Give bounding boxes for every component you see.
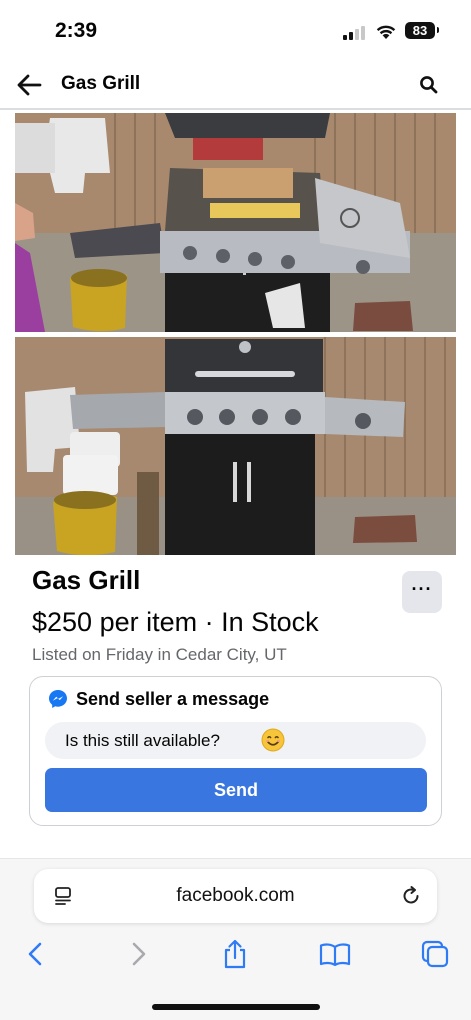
tabs-button[interactable]	[419, 938, 451, 970]
status-time: 2:39	[55, 19, 98, 42]
reload-icon[interactable]	[400, 885, 422, 907]
listing-location: Listed on Friday in Cedar City, UT	[32, 645, 287, 664]
message-input-text: Is this still available?	[65, 731, 220, 750]
chevron-right-icon	[132, 942, 146, 966]
page-title: Gas Grill	[61, 73, 141, 94]
grill-photo	[15, 337, 456, 555]
listing-photo-2[interactable]	[15, 337, 456, 555]
wifi-icon	[374, 22, 398, 40]
message-card-title: Send seller a message	[76, 689, 270, 709]
grill-photo	[15, 113, 456, 332]
listing-photo-1[interactable]	[15, 113, 456, 332]
back-button[interactable]	[14, 70, 46, 100]
cellular-signal-icon	[343, 24, 369, 40]
arrow-left-icon	[17, 74, 42, 96]
bookmarks-button[interactable]	[318, 938, 351, 970]
listing-price: $250 per item · In Stock	[32, 607, 319, 637]
status-bar: 2:39 83	[0, 0, 471, 60]
page-header: Gas Grill	[0, 60, 471, 110]
browser-toolbar: facebook.com	[0, 858, 471, 1020]
tabs-icon	[421, 940, 449, 968]
search-icon	[420, 76, 438, 94]
more-options-button[interactable]: ···	[402, 571, 442, 613]
url-text: facebook.com	[176, 885, 295, 906]
browser-forward-button[interactable]	[122, 938, 154, 970]
send-seller-message-card: Send seller a message Is this still avai…	[29, 676, 442, 826]
search-button[interactable]	[414, 70, 444, 100]
messenger-icon	[49, 690, 67, 708]
share-button[interactable]	[219, 938, 251, 970]
chevron-left-icon	[28, 942, 42, 966]
smiling-emoji-icon	[261, 728, 285, 752]
book-icon	[319, 943, 351, 967]
browser-back-button[interactable]	[20, 938, 52, 970]
home-indicator	[152, 1004, 320, 1010]
share-icon	[224, 939, 246, 969]
message-input[interactable]: Is this still available?	[45, 722, 426, 759]
battery-indicator: 83	[405, 22, 439, 39]
more-options-icon: ···	[411, 579, 433, 599]
listing-title: Gas Grill	[32, 565, 141, 595]
address-bar[interactable]: facebook.com	[34, 869, 437, 923]
send-button[interactable]: Send	[45, 768, 427, 812]
